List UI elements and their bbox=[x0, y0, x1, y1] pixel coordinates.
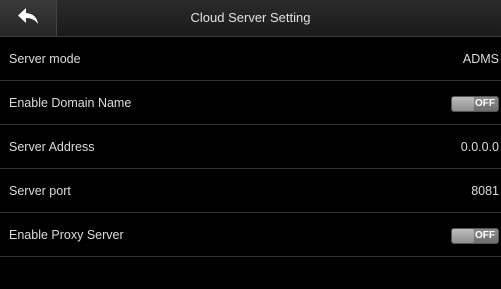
server-mode-label: Server mode bbox=[9, 52, 81, 66]
toggle-knob bbox=[452, 97, 474, 111]
server-port-row[interactable]: Server port 8081 bbox=[0, 169, 501, 213]
server-address-row[interactable]: Server Address 0.0.0.0 bbox=[0, 125, 501, 169]
toggle-knob bbox=[452, 229, 474, 243]
toggle-state-text: OFF bbox=[475, 230, 495, 241]
server-address-value: 0.0.0.0 bbox=[460, 140, 499, 154]
enable-domain-name-toggle[interactable]: OFF bbox=[451, 96, 499, 112]
back-arrow-icon bbox=[17, 7, 39, 30]
enable-proxy-server-toggle[interactable]: OFF bbox=[451, 228, 499, 244]
enable-proxy-server-label: Enable Proxy Server bbox=[9, 228, 124, 242]
page-title: Cloud Server Setting bbox=[190, 10, 311, 25]
server-mode-row[interactable]: Server mode ADMS bbox=[0, 37, 501, 81]
server-mode-value: ADMS bbox=[462, 52, 499, 66]
back-button[interactable] bbox=[0, 0, 57, 36]
header-bar: Cloud Server Setting bbox=[0, 0, 501, 37]
toggle-state-text: OFF bbox=[475, 98, 495, 109]
settings-list: Server mode ADMS Enable Domain Name OFF … bbox=[0, 37, 501, 257]
enable-proxy-server-row: Enable Proxy Server OFF bbox=[0, 213, 501, 257]
server-port-value: 8081 bbox=[471, 184, 499, 198]
server-address-label: Server Address bbox=[9, 140, 95, 154]
enable-domain-name-row: Enable Domain Name OFF bbox=[0, 81, 501, 125]
enable-domain-name-label: Enable Domain Name bbox=[9, 96, 132, 110]
server-port-label: Server port bbox=[9, 184, 71, 198]
